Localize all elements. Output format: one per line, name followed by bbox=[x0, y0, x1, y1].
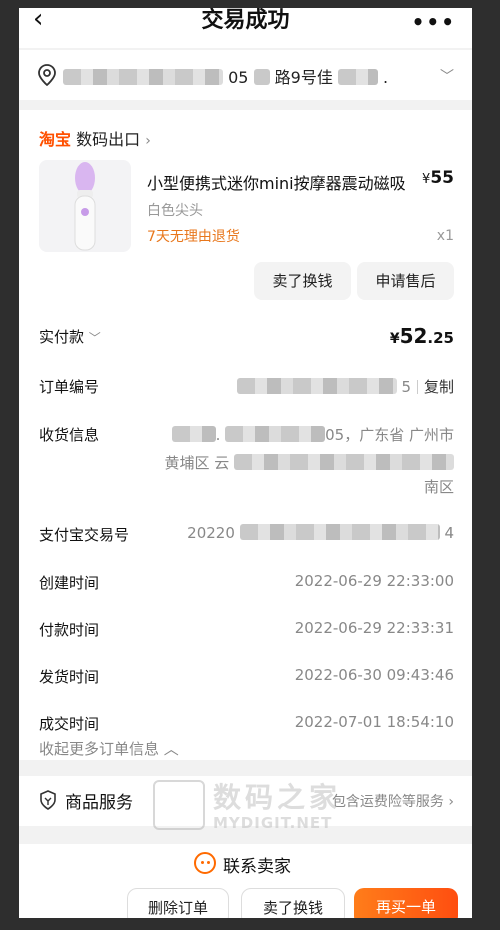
shop-name: 数码出口 bbox=[76, 130, 141, 149]
chat-face-icon bbox=[194, 852, 216, 874]
shipped-time-row: 发货时间 2022-06-30 09:43:46 bbox=[39, 666, 454, 686]
order-card: 淘宝 数码出口 › 小型便携式迷你mini按摩器震动磁吸 ¥55 白色尖头 7天… bbox=[19, 110, 472, 760]
receiver-line-3: 南区 bbox=[423, 478, 454, 496]
redacted-text bbox=[236, 378, 397, 394]
chevron-down-icon[interactable]: ﹀ bbox=[440, 66, 454, 86]
receiver-line-2: 黄埔区 云 bbox=[164, 452, 454, 473]
massager-image bbox=[74, 162, 96, 251]
taobao-logo: 淘宝 bbox=[39, 130, 72, 149]
receiver-row: 收货信息 . 05，广东省 广州市 bbox=[39, 426, 454, 444]
product-quantity: x1 bbox=[436, 228, 454, 244]
order-number-label: 订单编号 bbox=[39, 378, 100, 396]
service-title: 商品服务 bbox=[65, 793, 133, 813]
more-dots-icon[interactable]: ••• bbox=[412, 10, 456, 34]
redacted-text bbox=[63, 69, 223, 85]
chevron-down-icon: ﹀ bbox=[88, 331, 101, 345]
shield-icon bbox=[40, 790, 56, 810]
receiver-label: 收货信息 bbox=[39, 426, 100, 444]
watermark: 数码之家 MYDIGIT.NET bbox=[153, 778, 363, 836]
created-time-row: 创建时间 2022-06-29 22:33:00 bbox=[39, 572, 454, 592]
redacted-text bbox=[234, 454, 454, 470]
alipay-row: 支付宝交易号 20220 4 bbox=[39, 524, 454, 544]
delete-order-button[interactable]: 删除订单 bbox=[127, 888, 229, 918]
alipay-label: 支付宝交易号 bbox=[39, 526, 130, 544]
product-name[interactable]: 小型便携式迷你mini按摩器震动磁吸 bbox=[147, 170, 406, 194]
address-text: 05 路9号佳 . bbox=[63, 64, 388, 88]
redacted-text bbox=[225, 426, 326, 442]
chevron-right-icon: › bbox=[145, 133, 151, 149]
watermark-logo bbox=[153, 780, 205, 830]
buy-again-button[interactable]: 再买一单 bbox=[354, 888, 458, 918]
location-pin-icon bbox=[38, 64, 56, 86]
page-title: 交易成功 bbox=[201, 8, 290, 33]
collapse-order-info-link[interactable]: 收起更多订单信息 ︿ bbox=[39, 738, 179, 759]
paid-time-row: 付款时间 2022-06-29 22:33:31 bbox=[39, 619, 454, 639]
redacted-text bbox=[337, 69, 378, 85]
product-sku: 白色尖头 bbox=[147, 203, 203, 219]
top-bar: ‹ 交易成功 ••• bbox=[19, 8, 472, 48]
order-number-tail: 5 bbox=[401, 378, 411, 396]
contact-seller-button[interactable]: 联系卖家 bbox=[19, 844, 472, 884]
redacted-text bbox=[171, 426, 216, 442]
copy-button[interactable]: 复制 bbox=[424, 378, 454, 396]
order-number-row: 订单编号 5 复制 bbox=[39, 376, 454, 400]
completed-time-row: 成交时间 2022-07-01 18:54:10 bbox=[39, 713, 454, 733]
address-bar[interactable]: 05 路9号佳 . ﹀ bbox=[19, 50, 472, 100]
divider bbox=[416, 380, 418, 394]
bottom-action-bar: 删除订单 卖了换钱 再买一单 bbox=[19, 884, 472, 918]
order-detail-screen: ‹ 交易成功 ••• 05 路9号佳 . ﹀ 淘宝 数码出口 › 小型便携式迷你… bbox=[19, 8, 472, 918]
shop-link[interactable]: 淘宝 数码出口 › bbox=[39, 126, 151, 150]
return-policy-badge: 7天无理由退货 bbox=[147, 229, 240, 245]
payment-total: ¥52.25 bbox=[389, 324, 454, 348]
payment-label: 实付款 bbox=[39, 328, 85, 346]
redacted-text bbox=[253, 69, 270, 85]
contact-seller-label: 联系卖家 bbox=[223, 857, 291, 877]
product-image[interactable] bbox=[39, 160, 131, 252]
product-price: ¥55 bbox=[422, 168, 454, 188]
sell-for-cash-button[interactable]: 卖了换钱 bbox=[254, 262, 351, 300]
after-sale-button[interactable]: 申请售后 bbox=[357, 262, 454, 300]
sell-for-cash-bottom-button[interactable]: 卖了换钱 bbox=[241, 888, 345, 918]
redacted-text bbox=[239, 524, 440, 540]
